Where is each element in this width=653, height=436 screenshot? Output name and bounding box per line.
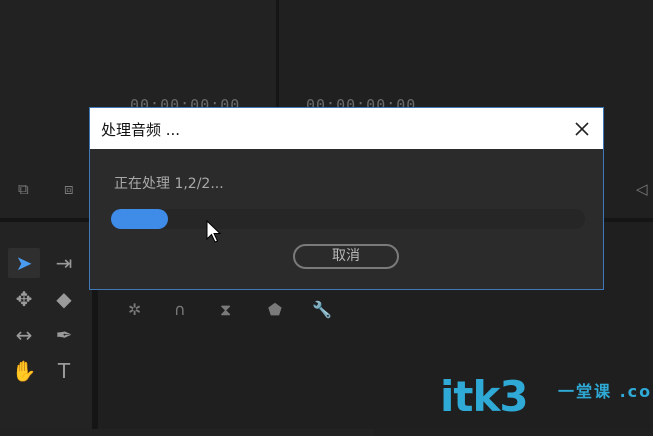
dialog-titlebar[interactable]: 处理音频 ... (90, 108, 603, 149)
cancel-button[interactable]: 取消 (293, 244, 399, 269)
snap-icon[interactable]: ∩ (174, 300, 186, 319)
dialog-title: 处理音频 ... (101, 121, 181, 139)
close-icon (575, 122, 589, 136)
razor-tool-icon[interactable]: ◆ (48, 284, 80, 314)
pen-tool-icon[interactable]: ✒ (48, 320, 80, 350)
close-button[interactable] (569, 116, 595, 142)
hand-tool-icon[interactable]: ✋ (8, 356, 40, 386)
insert-clip-icon[interactable]: ⧉ (18, 180, 29, 198)
marker-icon[interactable]: ⬟ (268, 300, 282, 319)
progress-fill (111, 209, 168, 229)
overwrite-clip-icon[interactable]: ⧈ (64, 180, 74, 198)
step-back-icon[interactable]: ◁ (636, 180, 648, 198)
wrench-icon[interactable]: 🔧 (312, 300, 332, 319)
ripple-edit-tool-icon[interactable]: ✥ (8, 284, 40, 314)
mouse-cursor-icon (206, 220, 222, 243)
watermark-suffix: 一堂课 .com (558, 382, 653, 401)
slip-tool-icon[interactable]: ↔ (8, 320, 40, 350)
selection-tool-icon[interactable]: ➤ (8, 248, 40, 278)
progress-bar (111, 209, 585, 229)
site-watermark: itk3 一堂课 .com (440, 372, 653, 421)
nest-icon[interactable]: ✲ (128, 300, 141, 319)
processing-audio-dialog: 处理音频 ... 正在处理 1,2/2... 取消 (89, 107, 604, 290)
linked-selection-icon[interactable]: ⧗ (220, 300, 231, 320)
track-select-tool-icon[interactable]: ⇥ (48, 248, 80, 278)
type-tool-icon[interactable]: T (48, 356, 80, 386)
status-text: 正在处理 1,2/2... (114, 176, 224, 192)
watermark-text: itk3 (440, 372, 529, 421)
